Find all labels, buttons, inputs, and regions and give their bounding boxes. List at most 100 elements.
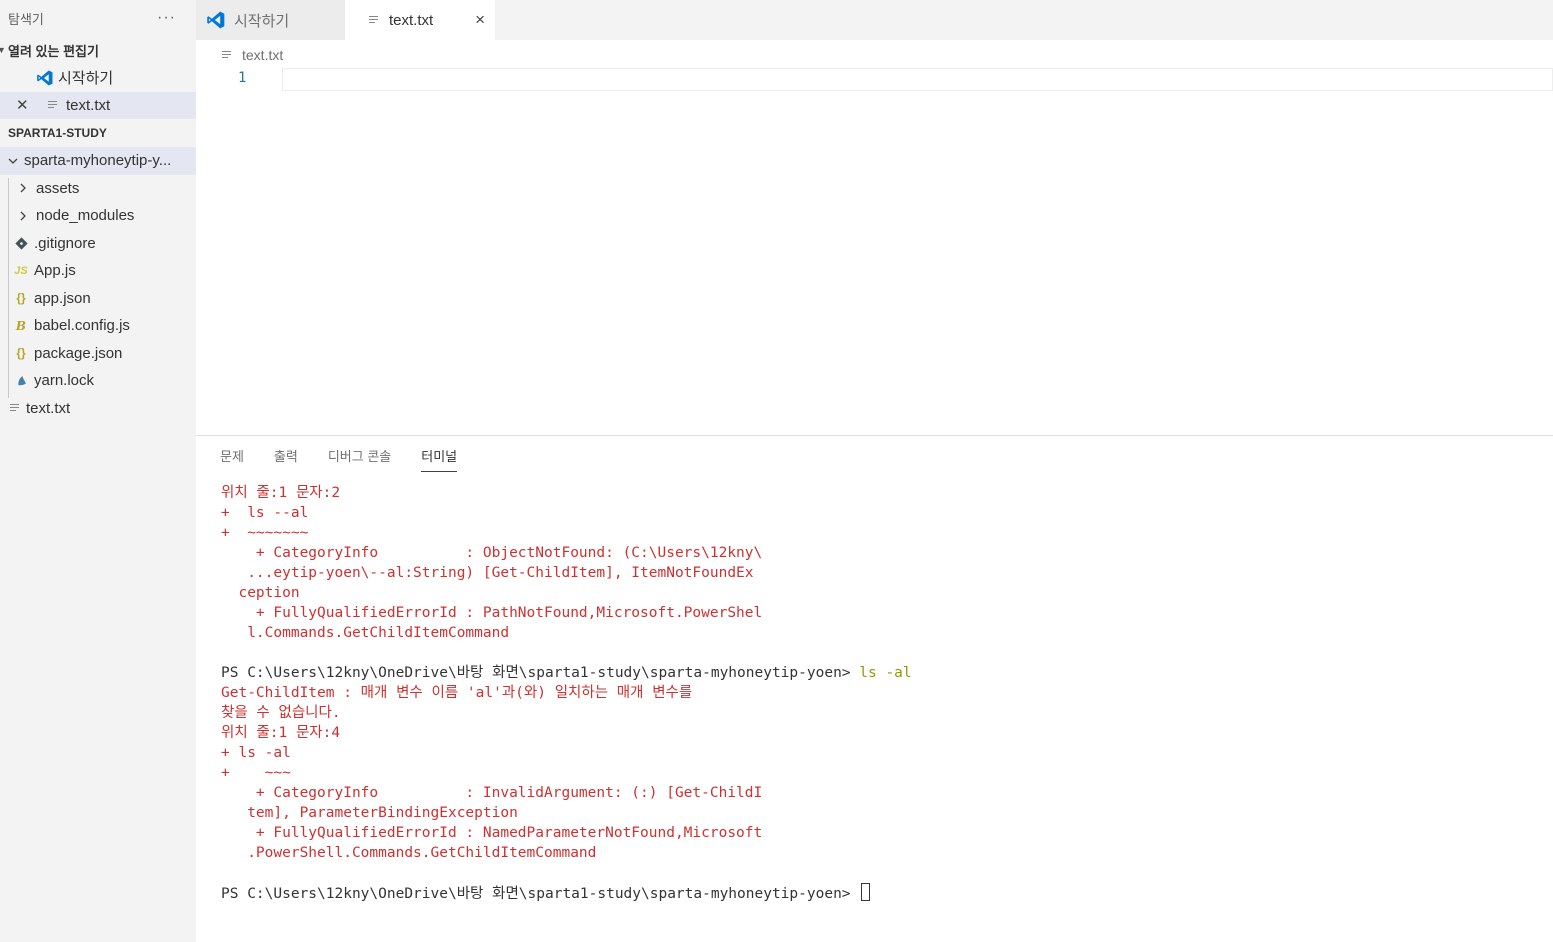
close-icon[interactable]: ✕	[16, 96, 29, 114]
open-editor-item-welcome[interactable]: 시작하기	[0, 64, 196, 92]
terminal-line-text: + FullyQualifiedErrorId : NamedParameter…	[221, 825, 763, 841]
tree-item-assets[interactable]: assets	[0, 175, 196, 203]
text-file-icon	[44, 100, 62, 110]
panel-tabs: 문제 출력 디버그 콘솔 터미널	[220, 446, 458, 472]
terminal-line-text: + CategoryInfo : InvalidArgument: (:) [G…	[221, 785, 763, 801]
terminal-line: + CategoryInfo : ObjectNotFound: (C:\Use…	[221, 543, 912, 563]
code-editor[interactable]: 1	[196, 66, 1553, 434]
tree-item-label: text.txt	[26, 399, 71, 417]
tree-item-babel-config[interactable]: B babel.config.js	[0, 312, 196, 340]
vscode-icon	[36, 68, 54, 88]
chevron-down-icon	[6, 155, 20, 167]
tab-terminal[interactable]: 터미널	[421, 446, 458, 472]
git-icon	[12, 237, 30, 250]
chevron-right-icon	[14, 210, 32, 222]
breadcrumb-file[interactable]: text.txt	[242, 47, 283, 63]
line-number: 1	[238, 70, 247, 86]
terminal-line-text: + ls -al	[221, 745, 291, 761]
terminal-line-text: PS C:\Users\12kny\OneDrive\바탕 화면\sparta1…	[221, 886, 860, 902]
explorer-title: 탐색기	[8, 11, 44, 27]
json-icon: {}	[16, 346, 26, 361]
tree-item-app-js[interactable]: JS App.js	[0, 257, 196, 285]
tree-item-label: node_modules	[36, 207, 135, 225]
tab-output[interactable]: 출력	[274, 446, 298, 472]
terminal-line-text: 위치 줄:1 문자:4	[221, 725, 341, 741]
terminal-line: ception	[221, 583, 912, 603]
tree-item-root-text[interactable]: text.txt	[0, 395, 196, 423]
close-icon[interactable]: ×	[475, 10, 485, 30]
terminal-line-text: tem], ParameterBindingException	[221, 805, 518, 821]
terminal-line-text: 찾을 수 없습니다.	[221, 705, 341, 721]
terminal-line: .PowerShell.Commands.GetChildItemCommand	[221, 843, 912, 863]
tree-item-label: App.js	[34, 262, 76, 280]
terminal-line-text: + ls --al	[221, 505, 309, 521]
tab-label: text.txt	[389, 11, 434, 29]
babel-icon: B	[15, 318, 27, 333]
editor-tab-bar: 시작하기 text.txt ×	[196, 0, 1553, 40]
text-file-icon	[222, 50, 232, 60]
terminal-output[interactable]: 위치 줄:1 문자:2 + ls --al + ~~~~~~~ + Category…	[221, 483, 912, 903]
tab-text-txt[interactable]: text.txt ×	[345, 0, 495, 40]
terminal-line-text: ception	[221, 585, 300, 601]
more-actions-icon[interactable]: ···	[157, 9, 176, 27]
tree-indent-guide	[8, 178, 9, 398]
folder-label: sparta-myhoneytip-y...	[24, 152, 172, 170]
terminal-line-text: l.Commands.GetChildItemCommand	[221, 625, 510, 641]
yarn-icon	[12, 374, 30, 387]
tree-item-label: package.json	[34, 344, 123, 362]
explorer-header: 탐색기 ···	[0, 0, 196, 36]
terminal-line-text: Get-ChildItem : 매개 변수 이름 'al'과(와) 일치하는 매…	[221, 685, 693, 701]
terminal-line: + CategoryInfo : InvalidArgument: (:) [G…	[221, 783, 912, 803]
chevron-down-icon: ▼	[0, 45, 6, 55]
terminal-line: Get-ChildItem : 매개 변수 이름 'al'과(와) 일치하는 매…	[221, 683, 912, 703]
open-editors-title: 열려 있는 편집기	[8, 43, 99, 59]
tab-debug-console[interactable]: 디버그 콘솔	[328, 446, 391, 472]
terminal-line-text: + ~~~	[221, 765, 291, 781]
chevron-right-icon	[14, 182, 32, 194]
terminal-line-text: PS C:\Users\12kny\OneDrive\바탕 화면\sparta1…	[221, 665, 860, 681]
tree-item-label: .gitignore	[34, 234, 96, 252]
tab-label: 시작하기	[234, 12, 290, 30]
terminal-line: + FullyQualifiedErrorId : PathNotFound,M…	[221, 603, 912, 623]
terminal-line: 위치 줄:1 문자:2	[221, 483, 912, 503]
terminal-line: tem], ParameterBindingException	[221, 803, 912, 823]
terminal-line: + ~~~	[221, 763, 912, 783]
breadcrumb[interactable]: text.txt	[222, 44, 283, 66]
open-editors-section[interactable]: ▼ 열려 있는 편집기	[0, 36, 196, 64]
tree-item-app-json[interactable]: {} app.json	[0, 285, 196, 313]
tree-item-gitignore[interactable]: .gitignore	[0, 230, 196, 258]
terminal-line: + FullyQualifiedErrorId : NamedParameter…	[221, 823, 912, 843]
vscode-icon	[207, 11, 225, 29]
explorer-sidebar: 탐색기 ··· ▼ 열려 있는 편집기 시작하기 ✕ text.txt SPAR…	[0, 0, 196, 942]
text-file-icon	[369, 15, 379, 25]
terminal-line: l.Commands.GetChildItemCommand	[221, 623, 912, 643]
open-editor-item-text[interactable]: ✕ text.txt	[0, 91, 196, 119]
tree-item-package-json[interactable]: {} package.json	[0, 340, 196, 368]
folder-sparta-myhoneytip[interactable]: sparta-myhoneytip-y...	[0, 147, 196, 175]
js-icon: JS	[14, 264, 28, 277]
tab-problems[interactable]: 문제	[220, 446, 244, 472]
terminal-line-text: + FullyQualifiedErrorId : PathNotFound,M…	[221, 605, 763, 621]
open-editor-label: 시작하기	[58, 70, 114, 88]
tree-item-label: app.json	[34, 289, 91, 307]
tab-welcome[interactable]: 시작하기	[196, 0, 345, 40]
text-file-icon	[6, 403, 24, 413]
terminal-line: + ls -al	[221, 743, 912, 763]
tree-item-node-modules[interactable]: node_modules	[0, 202, 196, 230]
workspace-section[interactable]: SPARTA1-STUDY	[0, 119, 196, 147]
terminal-line-text: 위치 줄:1 문자:2	[221, 485, 341, 501]
terminal-line: + ls --al	[221, 503, 912, 523]
terminal-cursor[interactable]	[861, 883, 871, 901]
terminal-line: ...eytip-yoen\--al:String) [Get-ChildIte…	[221, 563, 912, 583]
workspace-title: SPARTA1-STUDY	[8, 126, 107, 140]
tree-item-label: yarn.lock	[34, 372, 95, 390]
terminal-command: ls -al	[859, 665, 912, 681]
terminal-line-text: + ~~~~~~~	[221, 525, 309, 541]
terminal-line: PS C:\Users\12kny\OneDrive\바탕 화면\sparta1…	[221, 663, 912, 683]
tree-item-yarn-lock[interactable]: yarn.lock	[0, 367, 196, 395]
terminal-line: PS C:\Users\12kny\OneDrive\바탕 화면\sparta1…	[221, 883, 912, 903]
current-line-highlight[interactable]	[282, 68, 1553, 91]
tree-item-label: babel.config.js	[34, 317, 130, 335]
